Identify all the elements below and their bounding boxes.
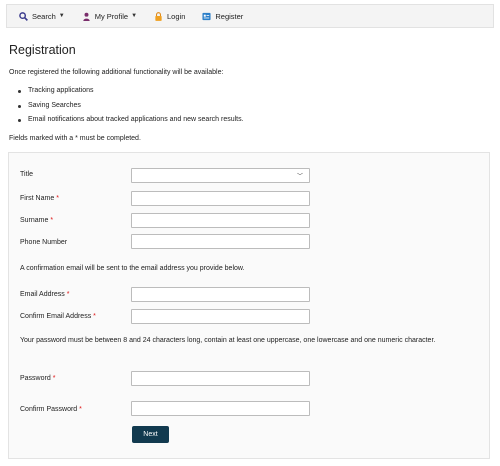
phone-number-field[interactable] [131,234,310,249]
nav-my-profile[interactable]: My Profile ▼ [82,12,137,21]
required-note: Fields marked with a * must be completed… [9,135,141,142]
user-icon [82,12,91,21]
email-info-text: A confirmation email will be sent to the… [20,265,245,272]
lock-icon [154,11,163,21]
confirm-email-label: Confirm Email Address * [20,313,96,320]
confirm-password-field[interactable] [131,401,310,416]
registration-form: Title ﹀ First Name * Surname * Phone Num… [8,152,490,459]
nav-search[interactable]: Search ▼ [19,12,65,21]
top-navbar: Search ▼ My Profile ▼ Login Register [6,4,494,28]
phone-number-label: Phone Number [20,239,68,246]
chevron-down-icon: ▼ [58,13,65,19]
confirm-password-label: Confirm Password * [20,406,82,413]
nav-login-label: Login [167,11,186,21]
title-label: Title [20,171,33,178]
nav-register[interactable]: Register [202,12,243,21]
search-icon [19,11,28,21]
password-info-text: Your password must be between 8 and 24 c… [20,337,436,344]
password-field[interactable] [131,371,310,386]
surname-label: Surname * [20,217,54,224]
nav-profile-label: My Profile [94,11,129,21]
intro-text: Once registered the following additional… [9,69,224,76]
confirm-email-field[interactable] [131,309,310,324]
list-item: Saving Searches [18,99,244,114]
surname-field[interactable] [131,213,310,228]
page-title: Registration [9,43,76,57]
nav-login[interactable]: Login [154,12,185,21]
email-field[interactable] [131,287,310,302]
chevron-down-icon: ▼ [131,13,138,19]
first-name-label: First Name * [20,195,59,202]
nav-search-label: Search [32,11,56,21]
chevron-down-icon: ﹀ [296,174,303,180]
features-list: Tracking applications Saving Searches Em… [18,84,244,128]
password-label: Password * [20,375,56,382]
next-button[interactable]: Next [132,426,169,443]
title-select[interactable]: ﹀ [131,168,310,183]
first-name-field[interactable] [131,191,310,206]
email-label: Email Address * [20,291,70,298]
nav-register-label: Register [215,11,244,21]
list-item: Email notifications about tracked applic… [18,113,244,128]
register-icon [202,12,211,21]
list-item: Tracking applications [18,84,244,99]
